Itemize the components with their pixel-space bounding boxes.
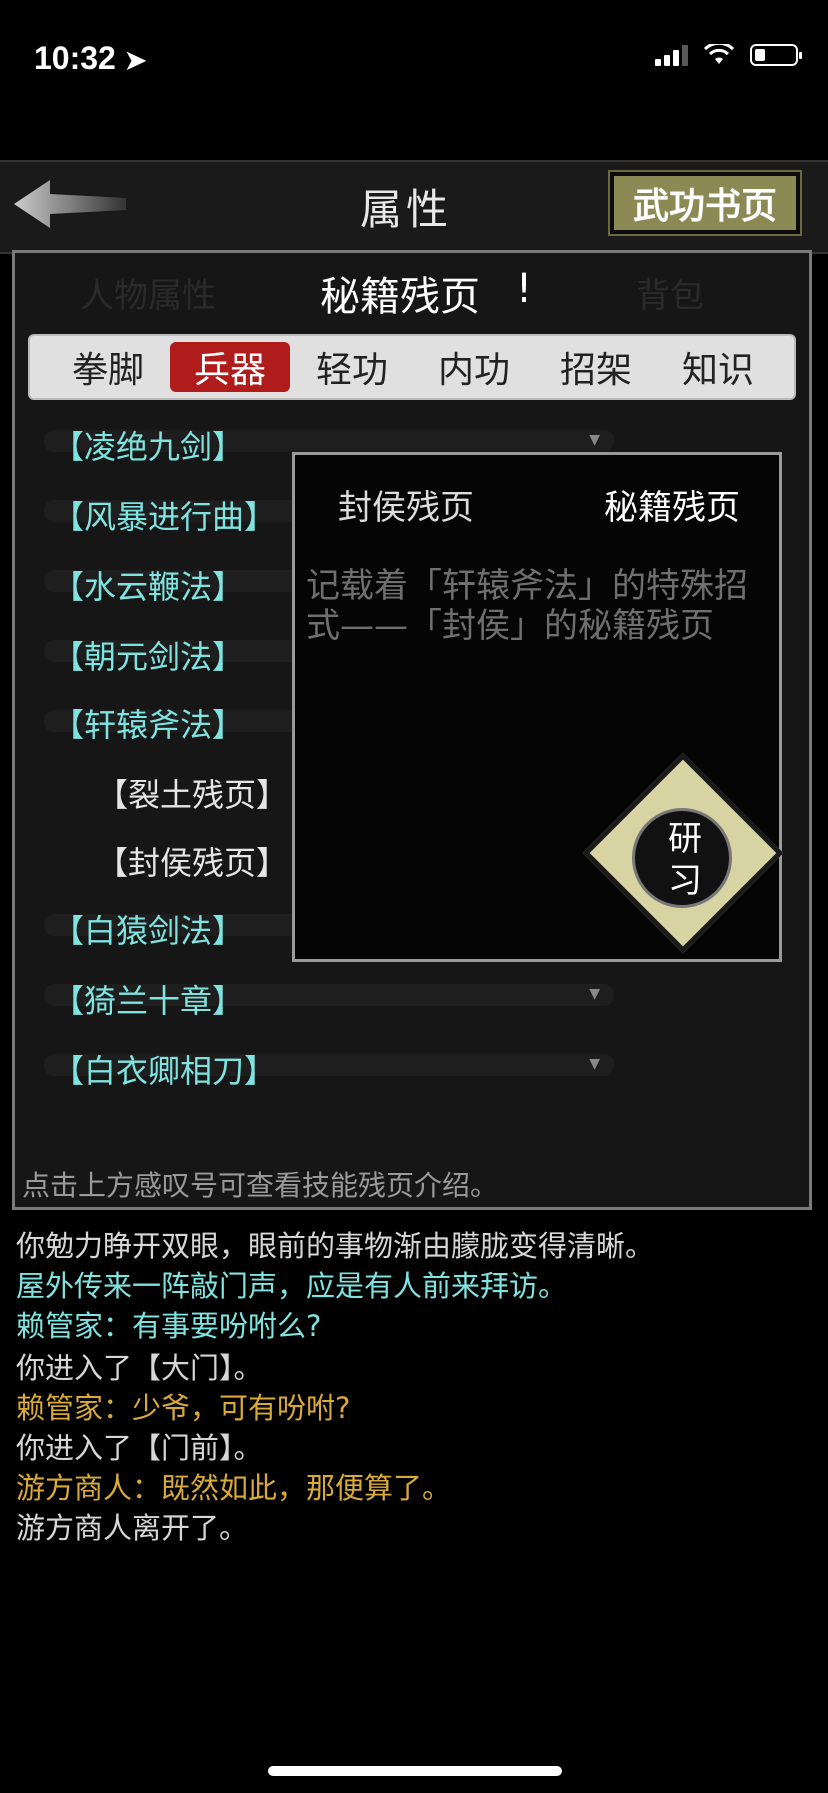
skill-item[interactable]: 【风暴进行曲】 <box>52 492 276 538</box>
martial-pages-button[interactable]: 武功书页 <box>608 170 802 236</box>
page-item[interactable]: 【封侯残页】 <box>96 838 288 884</box>
chevron-down-icon: ▼ <box>589 1056 600 1072</box>
battery-icon <box>750 44 802 66</box>
status-time: 10:32 ➤ <box>34 40 147 77</box>
chevron-down-icon: ▼ <box>589 432 600 448</box>
skill-item[interactable]: 【水云鞭法】 <box>52 562 244 608</box>
skill-item[interactable]: 【凌绝九剑】 <box>52 422 244 468</box>
log-line: 你进入了【大门】。 <box>16 1351 263 1385</box>
tab-parry[interactable]: 招架 <box>536 342 656 392</box>
log-line: 你进入了【门前】。 <box>16 1431 263 1465</box>
chevron-down-icon: ▼ <box>589 986 600 1002</box>
log-line: 游方商人：既然如此，那便算了。 <box>16 1471 452 1505</box>
info-exclamation-button[interactable]: ! <box>516 266 532 312</box>
skill-item[interactable]: 【猗兰十章】 <box>52 976 244 1022</box>
popup-item-name: 封侯残页 <box>338 488 474 528</box>
log-line: 屋外传来一阵敲门声，应是有人前来拜访。 <box>16 1269 568 1303</box>
home-indicator[interactable] <box>268 1766 562 1776</box>
signal-icon <box>655 44 688 66</box>
log-line: 赖管家：有事要吩咐么? <box>16 1309 322 1343</box>
character-attr-tab[interactable]: 人物属性 <box>80 268 216 317</box>
page-item[interactable]: 【裂土残页】 <box>96 770 288 816</box>
status-icons <box>655 44 802 66</box>
tab-lightness[interactable]: 轻功 <box>292 342 412 392</box>
study-button-label[interactable]: 研习 <box>660 818 710 902</box>
category-tabbar: 拳脚 兵器 轻功 内功 招架 知识 <box>28 334 796 400</box>
tab-inner[interactable]: 内功 <box>414 342 534 392</box>
wifi-icon <box>704 44 734 64</box>
status-time-text: 10:32 <box>34 40 116 76</box>
tab-weapon[interactable]: 兵器 <box>170 342 290 392</box>
panel-title: 秘籍残页 <box>320 274 480 320</box>
page-title: 属性 <box>360 185 453 234</box>
popup-item-type: 秘籍残页 <box>604 488 740 528</box>
bag-tab[interactable]: 背包 <box>636 268 704 317</box>
location-arrow-icon: ➤ <box>124 45 147 75</box>
log-line: 你勉力睁开双眼，眼前的事物渐由朦胧变得清晰。 <box>16 1229 655 1263</box>
log-line: 游方商人离开了。 <box>16 1511 249 1545</box>
skill-item[interactable]: 【白猿剑法】 <box>52 906 244 952</box>
hint-text: 点击上方感叹号可查看技能残页介绍。 <box>22 1169 499 1202</box>
skill-item[interactable]: 【白衣卿相刀】 <box>52 1046 276 1092</box>
tab-knowledge[interactable]: 知识 <box>658 342 778 392</box>
skill-item[interactable]: 【朝元剑法】 <box>52 632 244 678</box>
skill-item[interactable]: 【轩辕斧法】 <box>52 700 244 746</box>
log-line: 赖管家：少爷，可有吩咐? <box>16 1391 351 1425</box>
popup-description: 记载着「轩辕斧法」的特殊招式——「封侯」的秘籍残页 <box>306 566 748 646</box>
tab-fist[interactable]: 拳脚 <box>48 342 168 392</box>
back-arrow-icon[interactable] <box>10 176 130 232</box>
